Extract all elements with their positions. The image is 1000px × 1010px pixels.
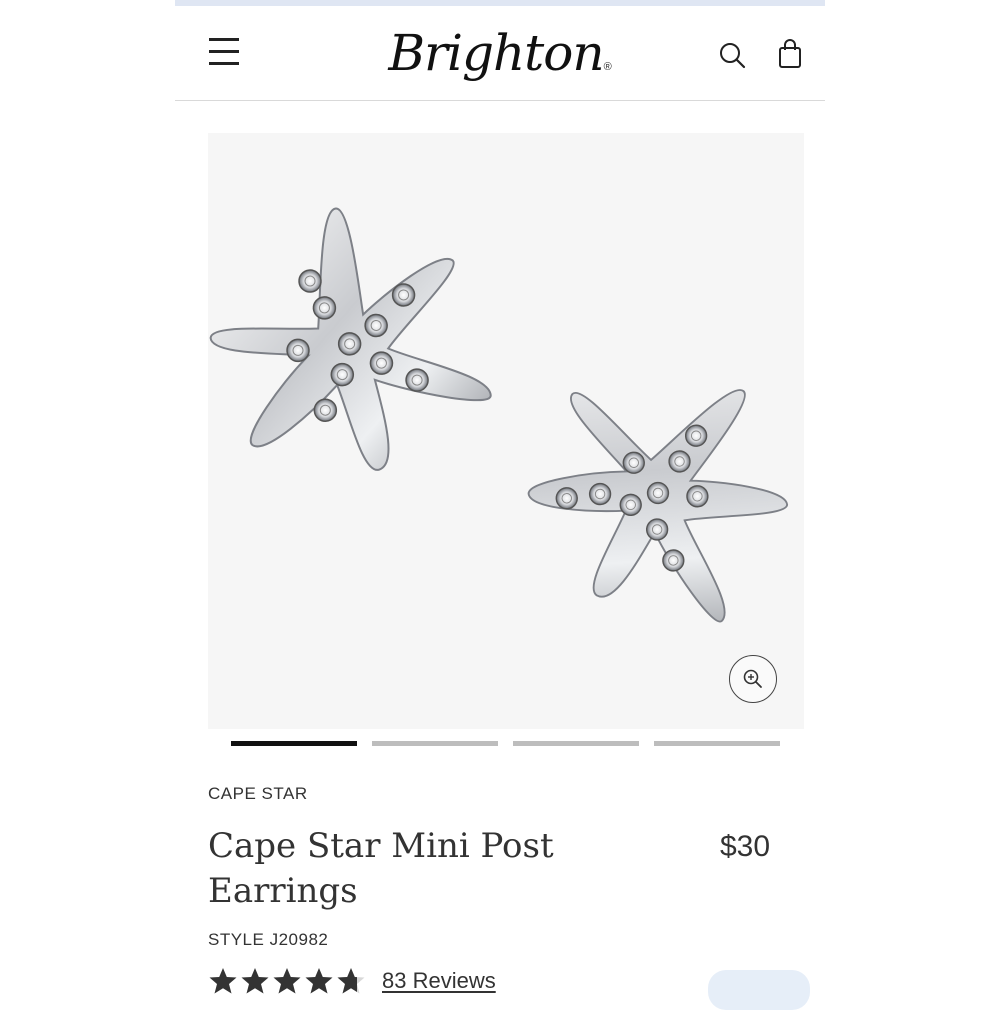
star-icon [273, 968, 301, 994]
reviews-link[interactable]: 83 Reviews [382, 968, 496, 994]
gallery-indicator-4[interactable] [654, 741, 780, 746]
brand-logo[interactable]: Brighton® [370, 16, 630, 90]
star-icon [305, 968, 333, 994]
zoom-in-icon[interactable] [729, 655, 777, 703]
style-number: STYLE J20982 [208, 930, 329, 949]
partial-star-icon [337, 968, 365, 994]
starfish-earrings-image [199, 195, 845, 669]
gallery-indicator-3[interactable] [513, 741, 639, 746]
gallery-indicators [231, 741, 781, 749]
logo-text: Brighton [388, 24, 604, 82]
collection-name[interactable]: CAPE STAR [208, 784, 308, 804]
product-title: Cape Star Mini Post Earrings [208, 826, 554, 911]
left-earring [199, 195, 498, 485]
product-price: $30 [720, 830, 771, 863]
logo-registered-mark: ® [603, 61, 612, 73]
site-header: Brighton® [175, 6, 825, 101]
star-icon [209, 968, 237, 994]
gallery-indicator-1[interactable] [231, 741, 357, 746]
floating-action-button[interactable] [708, 970, 810, 1010]
search-icon[interactable] [717, 40, 747, 70]
gallery-indicator-2[interactable] [372, 741, 498, 746]
rating-row: 83 Reviews [208, 963, 496, 999]
shopping-bag-icon[interactable] [775, 38, 805, 70]
hamburger-menu-icon[interactable] [207, 36, 241, 66]
product-image[interactable] [199, 133, 845, 729]
star-icon [241, 968, 269, 994]
right-earring [482, 307, 845, 669]
product-page: Brighton® CAPE STAR Cape Star Mini Post … [175, 0, 845, 1010]
